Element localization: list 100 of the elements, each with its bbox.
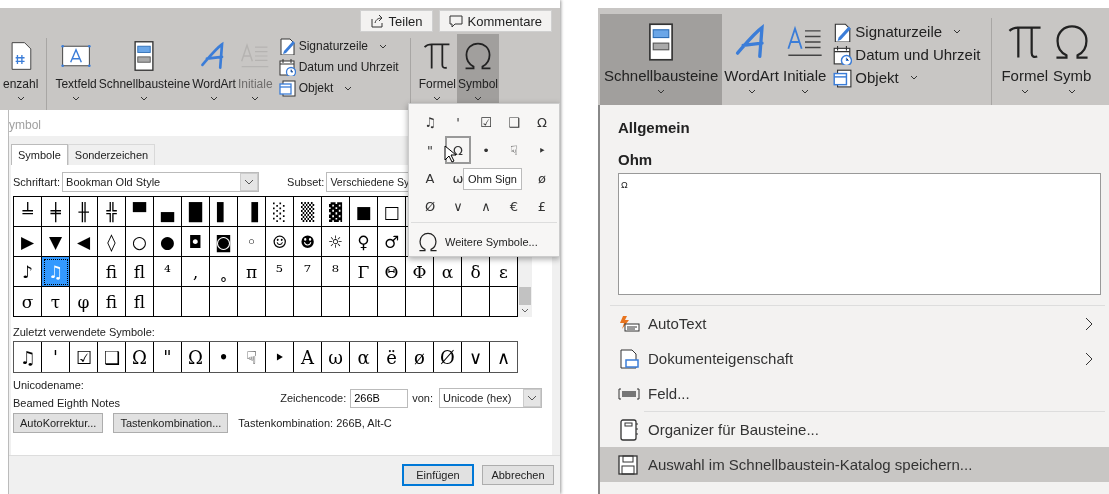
symbol-cell[interactable]: ▒ [294, 197, 322, 227]
ribbon-button[interactable]: enzahl [2, 34, 40, 110]
menu-item[interactable]: AutoText [600, 306, 1109, 341]
symbol-item[interactable]: ø [529, 164, 555, 192]
symbol-cell[interactable]: ╧ [14, 197, 42, 227]
symbol-cell[interactable]: ╪ [42, 197, 70, 227]
symbol-cell[interactable]: σ [14, 287, 42, 317]
symbol-item[interactable]: ∧ [473, 192, 499, 220]
insert-button[interactable]: Einfügen [402, 464, 474, 486]
symbol-cell[interactable]: ▄ [154, 197, 182, 227]
symbol-item[interactable]: ☑ [473, 108, 499, 136]
symbol-cell[interactable]: ☺ [266, 227, 294, 257]
symbol-cell[interactable]: ☻ [294, 227, 322, 257]
autocorrect-button[interactable]: AutoKorrektur... [13, 413, 104, 433]
symbol-cell[interactable]: ⁸ [322, 257, 350, 287]
symbol-item[interactable]: ❑ [501, 108, 527, 136]
ribbon-button[interactable]: Schnellbausteine [97, 34, 192, 110]
symbol-cell[interactable] [406, 287, 434, 317]
ribbon-button[interactable]: Formel [999, 14, 1051, 105]
symbol-cell[interactable]: ▓ [322, 197, 350, 227]
symbol-item[interactable]: " [417, 136, 443, 164]
symbol-cell[interactable]: φ [70, 287, 98, 317]
symbol-item[interactable]: ' [445, 108, 471, 136]
symbol-cell[interactable]: ♀ [350, 227, 378, 257]
symbol-cell[interactable]: ╫ [70, 197, 98, 227]
comments-button[interactable]: Kommentare [438, 10, 552, 32]
symbol-cell[interactable]: ▶ [14, 227, 42, 257]
character-code-field[interactable]: 266B [350, 388, 409, 408]
symbol-cell[interactable]: ▌ [210, 197, 238, 227]
symbol-cell[interactable]: π [238, 257, 266, 287]
symbol-cell[interactable] [350, 287, 378, 317]
symbol-cell[interactable] [322, 287, 350, 317]
symbol-item[interactable]: Ω [529, 108, 555, 136]
symbol-cell[interactable]: Θ [378, 257, 406, 287]
ribbon-button[interactable]: Textfeld [54, 34, 98, 110]
ribbon-button[interactable]: Signaturzeile [277, 37, 399, 55]
ribbon-button[interactable]: Symb [1050, 14, 1095, 105]
symbol-cell[interactable]: ■ [350, 197, 378, 227]
menu-item[interactable]: Feld... [600, 376, 1109, 411]
symbol-item[interactable]: ∨ [445, 192, 471, 220]
ribbon-button[interactable]: Signaturzeile [832, 21, 981, 42]
ribbon-button[interactable]: Datum und Uhrzeit [277, 58, 399, 76]
symbol-cell[interactable] [210, 287, 238, 317]
font-dropdown[interactable]: Bookman Old Style [62, 172, 260, 192]
menu-item[interactable]: Organizer für Bausteine... [600, 412, 1109, 447]
symbol-cell[interactable]: □ [378, 197, 406, 227]
symbol-item[interactable]: Ø [417, 192, 443, 220]
symbol-cell[interactable]: ⁴ [154, 257, 182, 287]
symbol-cell[interactable]: ░ [266, 197, 294, 227]
recent-symbol[interactable]: ∧ [490, 342, 517, 372]
symbol-cell[interactable]: ﬂ [126, 287, 154, 317]
symbol-item[interactable]: € [501, 192, 527, 220]
symbol-cell[interactable]: ◘ [182, 227, 210, 257]
ribbon-button[interactable]: Initiale [781, 14, 829, 105]
symbol-item[interactable]: ☟ [501, 136, 527, 164]
symbol-cell[interactable]: █ [182, 197, 210, 227]
cancel-button[interactable]: Abbrechen [482, 465, 554, 485]
symbol-cell[interactable]: ♂ [378, 227, 406, 257]
symbol-cell[interactable] [266, 287, 294, 317]
symbol-cell[interactable]: ◊ [98, 227, 126, 257]
symbol-cell[interactable] [434, 287, 462, 317]
symbol-cell[interactable]: ○ [126, 227, 154, 257]
symbol-cell[interactable]: ◀ [70, 227, 98, 257]
symbol-cell[interactable]: ‚ [182, 257, 210, 287]
ribbon-button[interactable]: WordArt [722, 14, 781, 105]
symbol-cell[interactable]: ◙ [210, 227, 238, 257]
symbol-item[interactable]: • [473, 136, 499, 164]
tab[interactable]: Sonderzeichen [67, 144, 156, 165]
symbol-cell[interactable]: ﬂ [126, 257, 154, 287]
symbol-item[interactable]: ♫ [417, 108, 443, 136]
symbol-cell[interactable]: ☼ [322, 227, 350, 257]
ribbon-button[interactable]: Objekt [277, 79, 399, 97]
symbol-cell[interactable]: ﬁ [98, 257, 126, 287]
symbol-cell[interactable]: Γ [350, 257, 378, 287]
symbol-cell[interactable] [294, 287, 322, 317]
tab[interactable]: Symbole [11, 144, 68, 165]
symbol-cell[interactable] [238, 287, 266, 317]
shortcut-key-button[interactable]: Tastenkombination... [113, 413, 229, 433]
symbol-cell[interactable]: ▀ [126, 197, 154, 227]
symbol-item[interactable]: £ [529, 192, 555, 220]
symbol-cell[interactable]: ● [154, 227, 182, 257]
symbol-cell[interactable]: ⁷ [294, 257, 322, 287]
symbol-cell[interactable] [462, 287, 490, 317]
menu-item[interactable]: Auswahl im Schnellbaustein-Katalog speichern... [600, 447, 1109, 482]
symbol-cell[interactable]: ╬ [98, 197, 126, 227]
ribbon-button[interactable]: Schnellbausteine [600, 14, 723, 105]
symbol-cell[interactable]: ⁵ [266, 257, 294, 287]
symbol-cell[interactable]: τ [42, 287, 70, 317]
symbol-cell[interactable] [182, 287, 210, 317]
from-dropdown[interactable]: Unicode (hex) [439, 388, 542, 408]
menu-item[interactable]: Dokumenteigenschaft [600, 341, 1109, 376]
symbol-cell[interactable] [70, 257, 98, 287]
ribbon-button[interactable]: WordArt [191, 34, 237, 110]
ribbon-button[interactable]: Datum und Uhrzeit [832, 44, 981, 65]
symbol-cell[interactable]: ˳ [210, 257, 238, 287]
ribbon-button[interactable]: Objekt [832, 67, 981, 88]
symbol-cell[interactable] [154, 287, 182, 317]
symbol-item[interactable]: ‣ [529, 136, 555, 164]
symbol-cell[interactable]: ▐ [238, 197, 266, 227]
share-button[interactable]: Teilen [359, 10, 433, 32]
